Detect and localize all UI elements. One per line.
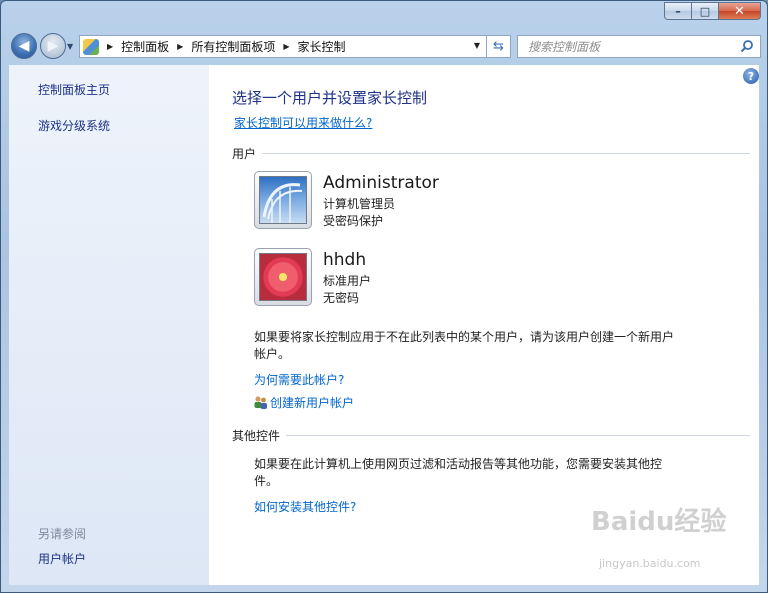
other-controls-heading: 其他控件 — [232, 429, 281, 443]
breadcrumb-separator-icon[interactable]: ▶ — [107, 42, 113, 51]
page-title: 选择一个用户并设置家长控制 — [232, 89, 428, 107]
control-panel-window: – □ ✕ ◀ ▶ ▼ ▶ 控制面板 ▶ 所有控制面板项 ▶ 家长控制 ▼ ⇆ — [0, 0, 768, 593]
users-section-header: 用户 — [232, 145, 750, 162]
breadcrumb-item[interactable]: 家长控制 — [298, 38, 346, 55]
task-pane: 控制面板主页 游戏分级系统 另请参阅 用户帐户 — [9, 65, 209, 585]
recent-pages-dropdown[interactable]: ▼ — [67, 42, 73, 51]
address-bar[interactable]: ▶ 控制面板 ▶ 所有控制面板项 ▶ 家长控制 ▼ — [79, 35, 487, 58]
see-also-heading: 另请参阅 — [38, 527, 87, 541]
help-icon[interactable]: ? — [743, 68, 759, 84]
sidebar-link-home[interactable]: 控制面板主页 — [38, 81, 110, 98]
search-icon[interactable] — [740, 39, 754, 53]
watermark-brand: Baidu经验 — [591, 507, 727, 537]
window-controls: – □ ✕ — [664, 2, 761, 20]
other-controls-instructions: 如果要在此计算机上使用网页过滤和活动报告等其他功能，您需要安装其他控件。 — [254, 457, 663, 488]
refresh-button[interactable]: ⇆ — [487, 35, 511, 58]
navigation-bar: ◀ ▶ ▼ ▶ 控制面板 ▶ 所有控制面板项 ▶ 家长控制 ▼ ⇆ 搜索控制面板 — [1, 29, 767, 63]
forward-button[interactable]: ▶ — [40, 33, 66, 59]
avatar[interactable] — [254, 171, 312, 229]
section-divider — [286, 435, 750, 436]
breadcrumb-item[interactable]: 所有控制面板项 — [191, 38, 275, 55]
roller-coaster-picture-icon — [259, 176, 307, 224]
create-user-action[interactable]: 创建新用户帐户 — [253, 394, 354, 411]
sidebar-link-game-ratings[interactable]: 游戏分级系统 — [38, 117, 110, 134]
title-bar: – □ ✕ — [1, 1, 767, 25]
user-type: 标准用户 — [323, 274, 372, 288]
flower-picture-icon — [259, 253, 307, 301]
users-icon — [254, 396, 267, 409]
user-password-status: 受密码保护 — [323, 214, 384, 228]
user-password-status: 无密码 — [323, 291, 360, 305]
breadcrumb: ▶ 控制面板 ▶ 所有控制面板项 ▶ 家长控制 — [99, 38, 346, 55]
users-heading: 用户 — [232, 147, 257, 161]
search-input[interactable]: 搜索控制面板 — [528, 38, 600, 55]
back-button[interactable]: ◀ — [11, 33, 37, 59]
install-other-controls-link[interactable]: 如何安装其他控件? — [254, 498, 356, 515]
search-box[interactable]: 搜索控制面板 — [517, 35, 761, 58]
avatar[interactable] — [254, 248, 312, 306]
breadcrumb-separator-icon[interactable]: ▶ — [177, 42, 183, 51]
address-dropdown-icon[interactable]: ▼ — [474, 41, 480, 50]
what-is-parental-controls-link[interactable]: 家长控制可以用来做什么? — [234, 114, 372, 131]
sidebar-link-user-accounts[interactable]: 用户帐户 — [38, 550, 86, 567]
why-need-account-link[interactable]: 为何需要此帐户? — [254, 371, 344, 388]
other-controls-section-header: 其他控件 — [232, 427, 750, 444]
close-button[interactable]: ✕ — [718, 2, 761, 20]
watermark-url: jingyan.baidu.com — [599, 557, 701, 570]
forward-arrow-icon: ▶ — [47, 38, 59, 54]
user-tile-hhdh[interactable]: hhdh 标准用户 无密码 — [254, 248, 654, 314]
user-name[interactable]: Administrator — [323, 173, 439, 193]
user-name[interactable]: hhdh — [323, 250, 366, 270]
breadcrumb-item[interactable]: 控制面板 — [121, 38, 169, 55]
control-panel-icon — [83, 38, 99, 55]
breadcrumb-separator-icon[interactable]: ▶ — [283, 42, 289, 51]
maximize-button[interactable]: □ — [691, 2, 718, 20]
refresh-icon: ⇆ — [493, 39, 504, 54]
user-tile-administrator[interactable]: Administrator 计算机管理员 受密码保护 — [254, 171, 654, 237]
user-type: 计算机管理员 — [323, 197, 396, 211]
minimize-button[interactable]: – — [664, 2, 691, 20]
section-divider — [262, 153, 750, 154]
back-arrow-icon: ◀ — [18, 38, 30, 54]
create-user-link[interactable]: 创建新用户帐户 — [270, 394, 354, 411]
new-user-instructions: 如果要将家长控制应用于不在此列表中的某个用户，请为该用户创建一个新用户帐户。 — [254, 330, 675, 361]
